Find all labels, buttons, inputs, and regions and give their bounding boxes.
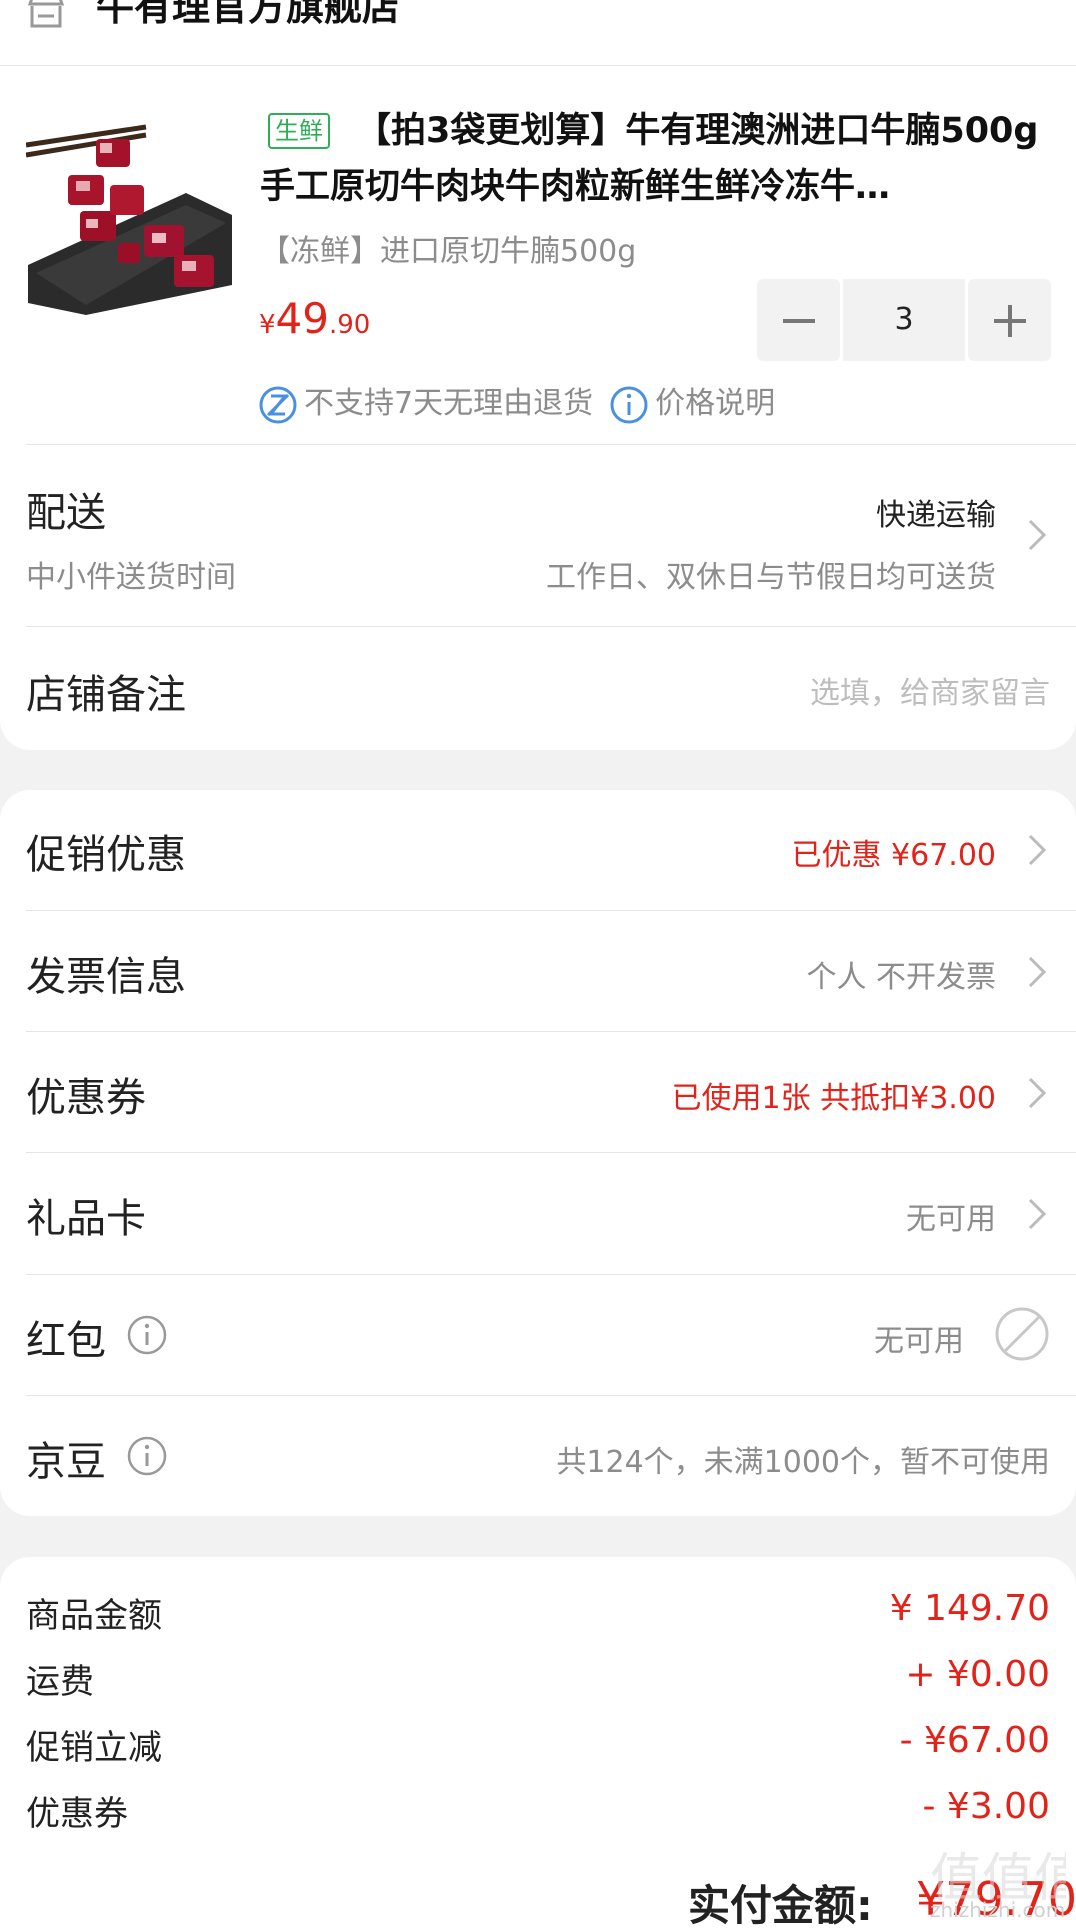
goods-amount-label: 商品金额 (26, 1596, 162, 1636)
promo-value: 已优惠 ¥67.00 (791, 838, 996, 873)
divider (26, 1274, 1076, 1275)
invoice-value: 个人 不开发票 (806, 960, 996, 995)
product-price: ¥49.90 (259, 294, 370, 343)
remark-input[interactable]: 选填，给商家留言 (810, 668, 1050, 712)
plus-icon (994, 305, 1026, 337)
product-policy-row: 不支持7天无理由退货 价格说明 (258, 382, 775, 426)
delivery-time-label: 中小件送货时间 (26, 560, 236, 595)
promo-discount-label: 促销立减 (26, 1728, 162, 1768)
product-image[interactable] (26, 115, 232, 315)
shop-name[interactable]: 牛有理官方旗舰店 (96, 0, 400, 32)
promo-discount-value: - ¥67.00 (899, 1720, 1050, 1761)
divider (26, 1031, 1076, 1032)
delivery-method: 快递运输 (876, 498, 996, 533)
quantity-stepper: 3 (757, 279, 1051, 361)
shop-header[interactable]: 牛有理官方旗舰店 (0, 0, 1076, 66)
info-icon (610, 386, 648, 423)
chevron-right-icon (1028, 1077, 1047, 1109)
promo-label: 促销优惠 (26, 832, 186, 878)
product-title-text: 【拍3袋更划算】牛有理澳洲进口牛腩500g手工原切牛肉块牛肉粒新鲜生鲜冷冻牛… (260, 111, 1039, 207)
coupon-value: 已使用1张 共抵扣¥3.00 (671, 1081, 996, 1116)
info-icon[interactable] (126, 1314, 168, 1356)
no-return-policy-text[interactable]: 不支持7天无理由退货 (304, 386, 593, 421)
giftcard-value: 无可用 (906, 1202, 996, 1237)
chevron-right-icon (1028, 956, 1047, 988)
jingdou-label: 京豆 (26, 1439, 106, 1485)
redpacket-value: 无可用 (874, 1324, 964, 1359)
minus-icon (783, 319, 815, 323)
store-icon (27, 0, 65, 28)
decrease-quantity-button[interactable] (757, 279, 840, 361)
watermark-text: zhizhizhi.com (930, 1898, 1066, 1922)
disabled-icon (995, 1307, 1049, 1361)
product-variant[interactable]: 【冻鲜】进口原切牛腩500g (260, 226, 636, 270)
price-currency: ¥ (259, 310, 276, 340)
price-note-link[interactable]: 价格说明 (655, 386, 775, 421)
redpacket-label: 红包 (26, 1318, 106, 1364)
increase-quantity-button[interactable] (968, 279, 1051, 361)
chevron-right-icon (1028, 519, 1047, 551)
jingdou-value: 共124个，未满1000个，暂不可使用 (556, 1445, 1050, 1480)
goods-amount-value: ¥ 149.70 (889, 1588, 1050, 1629)
divider (26, 1395, 1076, 1396)
total-pay-label: 实付金额: (688, 1881, 873, 1928)
price-integer: 49 (275, 294, 329, 343)
delivery-time-value: 工作日、双休日与节假日均可送货 (546, 560, 996, 595)
shipping-value: + ¥0.00 (905, 1654, 1050, 1695)
divider (26, 626, 1076, 627)
divider (26, 1152, 1076, 1153)
shipping-label: 运费 (26, 1662, 94, 1702)
coupon-discount-label: 优惠券 (26, 1794, 128, 1834)
divider (26, 910, 1076, 911)
info-icon[interactable] (126, 1435, 168, 1477)
chevron-right-icon (1028, 1198, 1047, 1230)
chevron-right-icon (1028, 834, 1047, 866)
remark-label: 店铺备注 (26, 672, 186, 718)
giftcard-label: 礼品卡 (26, 1196, 146, 1242)
coupon-label: 优惠券 (26, 1075, 146, 1121)
order-options-card: 促销优惠 已优惠 ¥67.00 发票信息 个人 不开发票 优惠券 已使用1张 共… (0, 790, 1076, 1516)
coupon-discount-value: - ¥3.00 (922, 1786, 1051, 1827)
invoice-label: 发票信息 (26, 954, 186, 1000)
quantity-value[interactable]: 3 (843, 279, 965, 361)
divider (26, 444, 1076, 445)
price-decimal: .90 (329, 310, 371, 340)
no-return-icon (259, 386, 297, 423)
delivery-label: 配送 (26, 490, 106, 536)
order-item-card: 牛有理官方旗舰店 生鲜 【拍3袋更划算】牛有理澳洲进口牛腩500g手工原切牛肉块… (0, 0, 1076, 750)
